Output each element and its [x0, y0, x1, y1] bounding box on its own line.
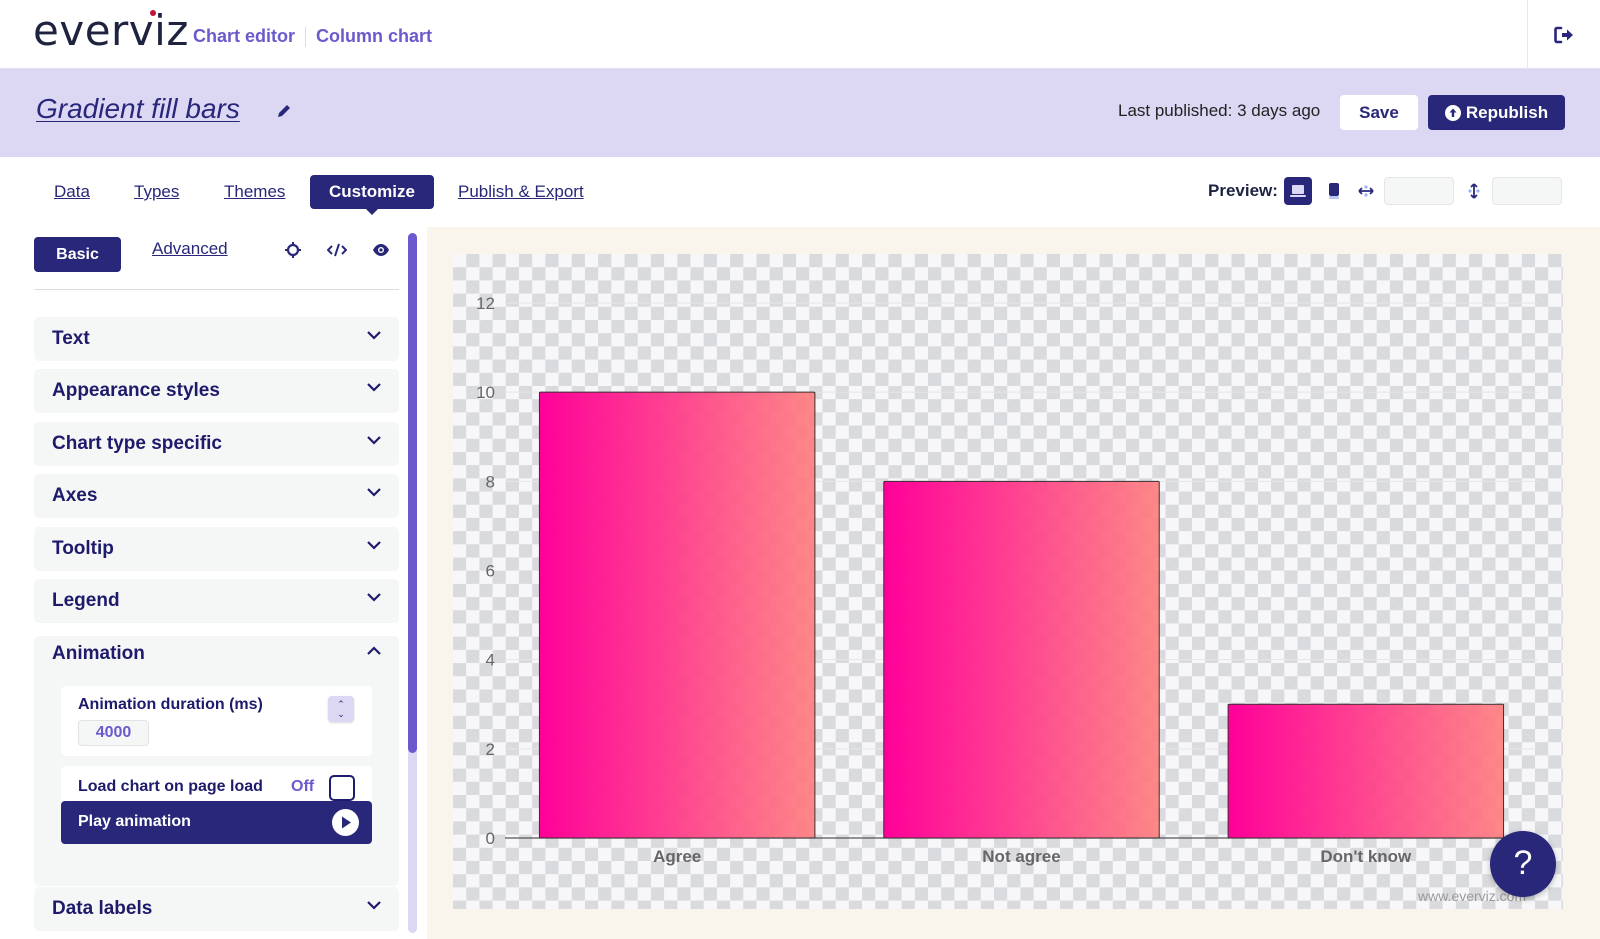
breadcrumb: Chart editor Column chart [193, 26, 432, 47]
section-label: Legend [52, 590, 120, 611]
bar-not-agree[interactable] [883, 480, 1160, 839]
preview-mobile-button[interactable] [1320, 177, 1348, 205]
height-arrows-icon [1460, 177, 1488, 205]
animation-duration-card: Animation duration (ms) 4000 ⌃ ⌄ [61, 686, 372, 756]
last-published-status: Last published: 3 days ago [1118, 101, 1321, 120]
animation-duration-label: Animation duration (ms) [78, 696, 263, 713]
animation-duration-stepper[interactable]: ⌃ ⌄ [328, 696, 354, 722]
section-label: Appearance styles [52, 380, 220, 401]
play-circle-icon [332, 809, 359, 836]
upload-circle-icon [1444, 104, 1461, 121]
section-tooltip[interactable]: Tooltip [34, 527, 399, 571]
preview-width-input[interactable] [1384, 177, 1454, 205]
everviz-logo[interactable]: everviz [33, 6, 189, 55]
chevron-down-icon [367, 901, 381, 910]
play-animation-button[interactable]: Play animation [61, 801, 372, 844]
mode-advanced-link[interactable]: Advanced [152, 239, 228, 259]
tab-customize[interactable]: Customize [310, 175, 434, 215]
section-label: Tooltip [52, 538, 114, 559]
preview-eye-button[interactable] [368, 237, 394, 263]
chevron-down-icon[interactable]: ⌄ [337, 709, 345, 719]
crosshair-button[interactable] [280, 237, 306, 263]
laptop-icon [1290, 185, 1306, 197]
chevron-up-icon[interactable]: ⌃ [337, 699, 345, 709]
mode-basic-button[interactable]: Basic [34, 237, 121, 272]
section-label: Data labels [52, 898, 153, 919]
animation-duration-input[interactable]: 4000 [78, 720, 149, 746]
chevron-down-icon [367, 541, 381, 550]
y-tick-label: 10 [476, 383, 495, 402]
section-data-labels[interactable]: Data labels [34, 887, 399, 931]
y-tick-label: 12 [476, 294, 495, 313]
section-appearance-styles[interactable]: Appearance styles [34, 369, 399, 413]
section-animation[interactable]: Animation [34, 632, 399, 676]
chevron-up-icon [367, 646, 381, 655]
sidebar-divider [34, 289, 399, 290]
section-chart-type-specific[interactable]: Chart type specific [34, 422, 399, 466]
main-tabs: Data Types Themes Customize Publish & Ex… [0, 157, 1600, 227]
mobile-icon [1329, 183, 1339, 199]
y-tick-label: 8 [486, 472, 495, 491]
pencil-icon[interactable] [276, 103, 292, 119]
tab-publish-export[interactable]: Publish & Export [458, 175, 584, 209]
chevron-down-icon [367, 436, 381, 445]
section-label: Text [52, 328, 90, 349]
eye-icon [373, 244, 389, 256]
top-bar: everviz Chart editor Column chart [0, 0, 1600, 69]
x-category-label: Agree [653, 847, 701, 866]
chart-title[interactable]: Gradient fill bars [36, 93, 240, 125]
section-label: Animation [52, 643, 145, 664]
crosshair-icon [285, 242, 301, 258]
help-button[interactable]: ? [1490, 831, 1556, 897]
code-icon [327, 243, 347, 257]
republish-button[interactable]: Republish [1428, 95, 1565, 130]
y-tick-label: 0 [486, 829, 495, 848]
x-category-label: Don't know [1320, 847, 1412, 866]
column-chart: 0 2 4 6 8 10 12 Agree Not agree Don't know [476, 294, 1538, 866]
section-axes[interactable]: Axes [34, 474, 399, 518]
y-tick-label: 4 [486, 651, 495, 670]
republish-label: Republish [1465, 102, 1549, 122]
width-arrows-icon [1352, 177, 1380, 205]
sidebar-scrollbar-thumb[interactable] [408, 233, 417, 753]
load-on-page-load-checkbox[interactable] [329, 775, 355, 801]
load-on-page-load-label: Load chart on page load [78, 778, 263, 795]
preview-height-input[interactable] [1492, 177, 1562, 205]
preview-desktop-button[interactable] [1284, 177, 1312, 205]
logout-button[interactable] [1527, 0, 1600, 69]
section-label: Chart type specific [52, 433, 222, 454]
bar-don-t-know[interactable] [1227, 703, 1505, 839]
sign-out-icon [1554, 26, 1573, 43]
breadcrumb-separator [305, 26, 307, 47]
save-button[interactable]: Save [1340, 95, 1418, 130]
y-tick-label: 2 [486, 740, 495, 759]
tab-data[interactable]: Data [54, 175, 90, 209]
chevron-down-icon [367, 488, 381, 497]
section-text[interactable]: Text [34, 317, 399, 361]
customize-sidebar: Basic Advanced Text Appearance styles Ch… [0, 227, 427, 939]
play-animation-label: Play animation [78, 813, 191, 830]
tab-types[interactable]: Types [134, 175, 179, 209]
tab-themes[interactable]: Themes [224, 175, 285, 209]
preview-label: Preview: [1208, 181, 1278, 200]
chevron-down-icon [367, 593, 381, 602]
y-tick-label: 6 [486, 562, 495, 581]
breadcrumb-chart-editor[interactable]: Chart editor [193, 26, 295, 47]
chevron-down-icon [367, 383, 381, 392]
section-label: Axes [52, 485, 98, 506]
chevron-down-icon [367, 331, 381, 340]
x-category-label: Not agree [982, 847, 1060, 866]
load-on-page-load-state: Off [291, 778, 315, 795]
section-legend[interactable]: Legend [34, 579, 399, 623]
bar-agree[interactable] [538, 391, 816, 839]
breadcrumb-column-chart[interactable]: Column chart [316, 26, 432, 47]
chart-title-bar: Gradient fill bars Last published: 3 day… [0, 69, 1600, 157]
code-button[interactable] [324, 237, 350, 263]
